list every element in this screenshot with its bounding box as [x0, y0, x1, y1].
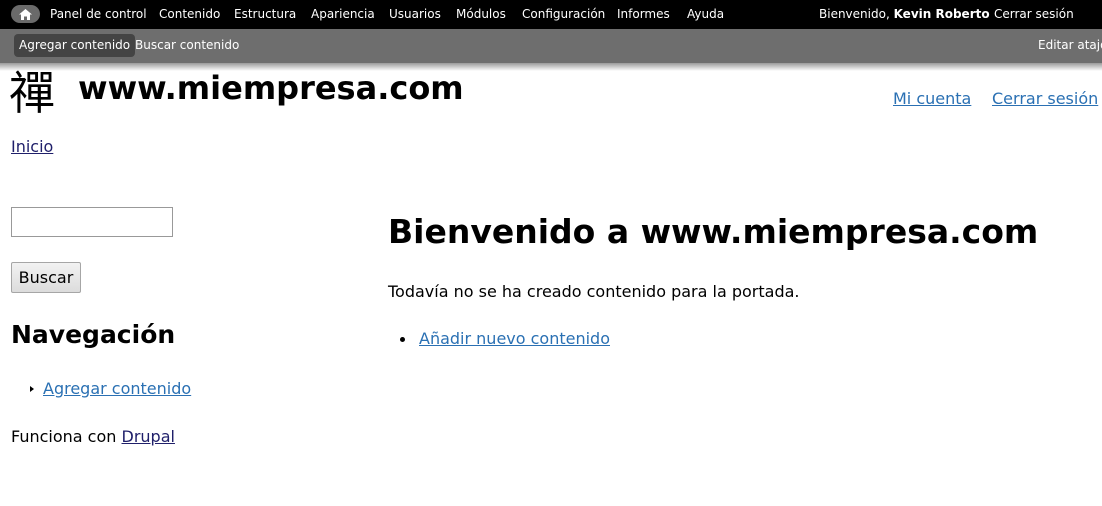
search-button[interactable]: Buscar	[11, 262, 81, 293]
site-name[interactable]: www.miempresa.com	[78, 68, 464, 108]
powered-prefix: Funciona con	[11, 427, 117, 446]
welcome-text: Bienvenido, Kevin Roberto	[819, 7, 990, 22]
list-item: Añadir nuevo contenido	[400, 329, 610, 349]
toolbar-estructura[interactable]: Estructura	[234, 7, 296, 22]
nav-item-agregar-contenido: Agregar contenido	[30, 379, 191, 399]
admin-toolbar: Panel de control Contenido Estructura Ap…	[0, 0, 1102, 29]
add-content-link[interactable]: Añadir nuevo contenido	[419, 329, 610, 349]
toolbar-panel-de-control[interactable]: Panel de control	[50, 7, 147, 22]
no-content-message: Todavía no se ha creado contenido para l…	[388, 282, 800, 301]
edit-shortcuts-link[interactable]: Editar atajos	[1033, 34, 1102, 57]
toolbar-usuarios[interactable]: Usuarios	[389, 7, 441, 22]
my-account-link[interactable]: Mi cuenta	[893, 89, 971, 109]
drupal-link[interactable]: Drupal	[122, 427, 175, 446]
welcome-prefix: Bienvenido,	[819, 7, 890, 21]
toolbar-informes[interactable]: Informes	[617, 7, 670, 22]
shortcuts-bar: Agregar contenido Buscar contenido Edita…	[0, 29, 1102, 71]
logout-link[interactable]: Cerrar sesión	[992, 89, 1098, 109]
toolbar-ayuda[interactable]: Ayuda	[687, 7, 724, 22]
site-logo[interactable]: 禪	[9, 67, 55, 119]
toolbar-contenido[interactable]: Contenido	[159, 7, 220, 22]
shortcut-buscar-contenido[interactable]: Buscar contenido	[130, 34, 244, 57]
user-name[interactable]: Kevin Roberto	[894, 7, 990, 21]
toolbar-configuracion[interactable]: Configuración	[522, 7, 605, 22]
shortcut-agregar-contenido[interactable]: Agregar contenido	[14, 34, 136, 57]
powered-by: Funciona con Drupal	[11, 427, 175, 447]
page-title: Bienvenido a www.miempresa.com	[388, 212, 1039, 251]
bullet-icon	[400, 336, 405, 342]
nav-link-agregar-contenido[interactable]: Agregar contenido	[43, 379, 191, 399]
triangle-right-icon	[30, 386, 34, 392]
home-icon	[19, 8, 32, 20]
toolbar-apariencia[interactable]: Apariencia	[311, 7, 375, 22]
search-input[interactable]	[11, 207, 173, 237]
navigation-heading: Navegación	[11, 320, 176, 349]
toolbar-logout[interactable]: Cerrar sesión	[994, 7, 1074, 22]
home-button[interactable]	[11, 5, 40, 23]
toolbar-modulos[interactable]: Módulos	[456, 7, 506, 22]
breadcrumb-home-link[interactable]: Inicio	[11, 137, 53, 157]
